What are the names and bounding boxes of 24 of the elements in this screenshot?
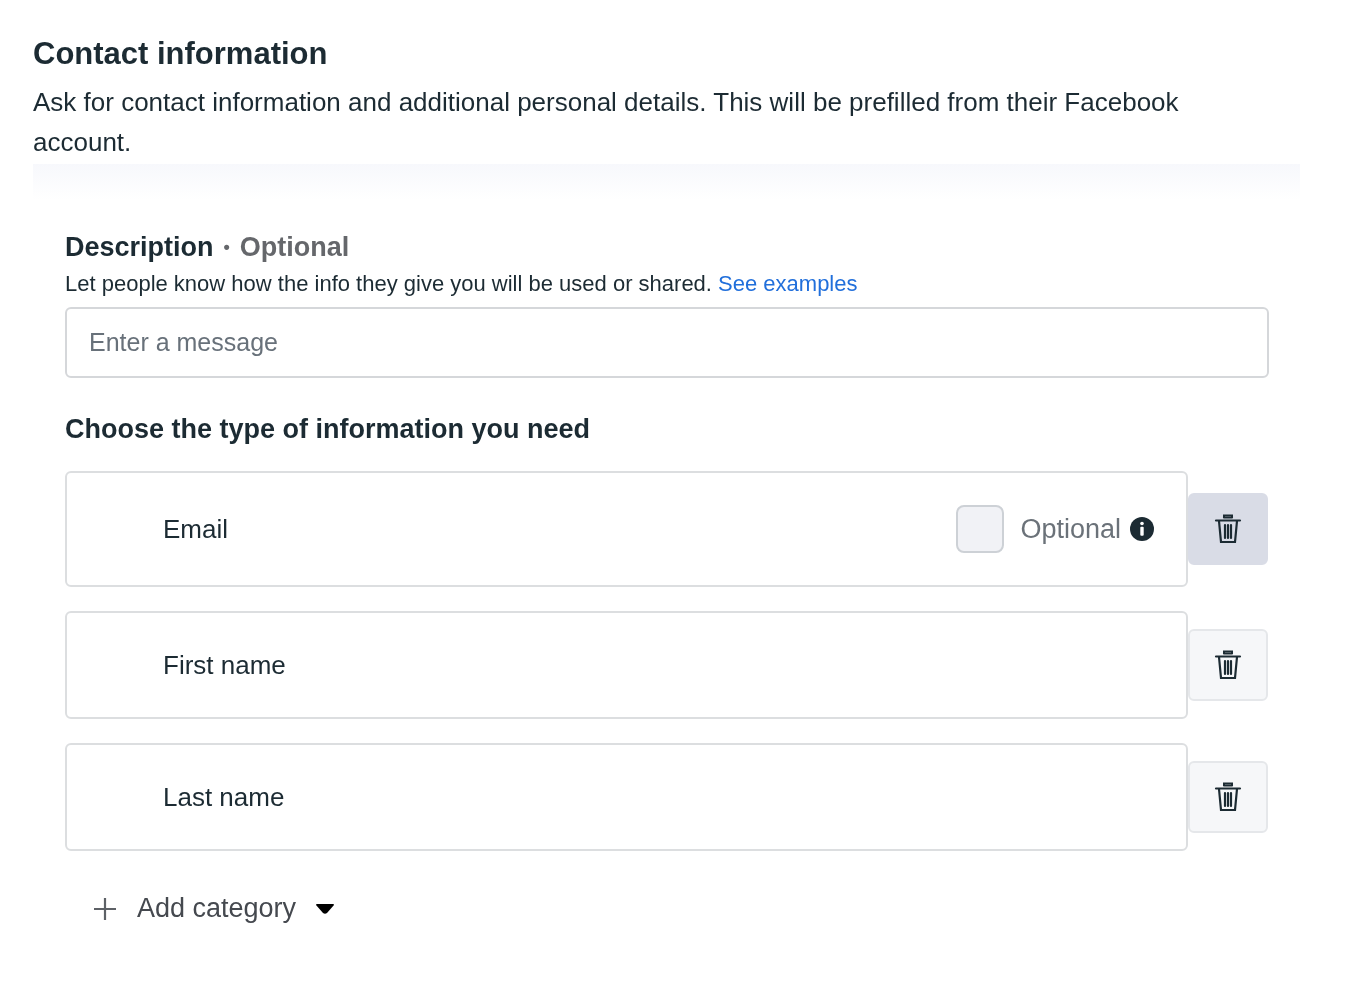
delete-button[interactable]	[1188, 629, 1268, 701]
plus-icon	[93, 896, 117, 921]
optional-label: Optional	[1020, 513, 1122, 545]
trash-icon	[1213, 781, 1244, 813]
see-examples-link[interactable]: See examples	[718, 271, 858, 296]
caret-icon	[316, 903, 335, 914]
trash-icon	[1213, 513, 1244, 545]
section-title: Contact information	[33, 36, 329, 72]
optional-label: Optional	[239, 232, 350, 263]
add-category-button[interactable]: Add category	[65, 875, 363, 942]
delete-button[interactable]	[1188, 493, 1268, 565]
message-input-field[interactable]: Enter a message	[65, 307, 1269, 378]
section-subtitle: Ask for contact information and additional personal details. This will be prefilled from their Facebook account.	[33, 86, 1180, 159]
info-icon[interactable]	[1130, 517, 1155, 541]
info-type-label: Email	[163, 513, 229, 545]
info-type-label: First name	[163, 649, 287, 681]
delete-button[interactable]	[1188, 761, 1268, 833]
info-type-label: Last name	[163, 781, 286, 813]
optional-checkbox[interactable]	[956, 505, 1005, 553]
trash-icon	[1213, 649, 1244, 681]
info-type-heading: Choose the type of information you need	[65, 414, 592, 445]
help-text: Let people know how the info they give you will be used or shared. See examples	[65, 271, 859, 297]
separator-dot: •	[223, 237, 230, 258]
description-label: Description	[65, 232, 214, 263]
